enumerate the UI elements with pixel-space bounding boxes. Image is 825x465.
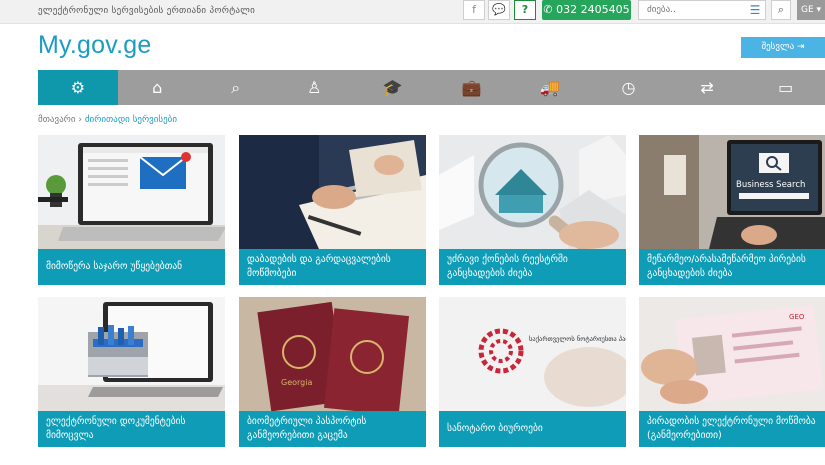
- service-card-property-registry[interactable]: უძრავი ქონების რეესტრში განცხადების ძიებ…: [439, 135, 626, 285]
- chat-icon[interactable]: 💬: [488, 0, 510, 20]
- nav-history[interactable]: ◷: [589, 70, 668, 105]
- card-label: მიმოწერა საჯარო უწყებებთან: [38, 249, 225, 285]
- language-selector[interactable]: GE ▾: [797, 0, 825, 20]
- card-image-file-cabinet: [38, 297, 225, 411]
- service-card-electronic-documents[interactable]: ელექტრონული დოკუმენტების მიმოცვლა: [38, 297, 225, 447]
- card-label: პირადობის ელექტრონული მოწმობა (განმეორებ…: [639, 411, 825, 447]
- breadcrumb-current: ძირითადი სერვისები: [84, 115, 177, 125]
- card-image-mail-laptop: [38, 135, 225, 249]
- graduation-cap-icon: 🎓: [382, 78, 403, 97]
- id-card-badge: GEO: [789, 313, 805, 321]
- breadcrumb-home[interactable]: მთავარი: [38, 115, 76, 125]
- nav-services[interactable]: ⚙: [38, 70, 118, 105]
- search-icon: ⌕: [231, 77, 241, 97]
- nav-payment[interactable]: ▭: [746, 70, 825, 105]
- user-icon: ♙: [307, 78, 322, 97]
- phone-icon: ✆: [543, 3, 557, 16]
- service-card-biometric-passport[interactable]: Georgia ბიომეტრიული პასპორტის განმეორები…: [239, 297, 426, 447]
- clock-icon: ◷: [621, 78, 636, 97]
- card-image-passports: Georgia: [239, 297, 426, 411]
- card-label: ელექტრონული დოკუმენტების მიმოცვლა: [38, 411, 225, 447]
- gears-icon: ⚙: [70, 78, 86, 97]
- search-icon: ⌕: [777, 3, 785, 16]
- card-label: სანოტარო ბიუროები: [439, 411, 626, 447]
- card-image-notary-logo: საქართველოს ნოტარიუსთა პალატა: [439, 297, 626, 411]
- login-button[interactable]: შესვლა ⇥: [741, 37, 825, 58]
- card-image-signing-documents: [239, 135, 426, 249]
- card-label: მეწარმეო/არასამეწარმეო პირების განცხადებ…: [639, 249, 825, 285]
- nav-search[interactable]: ⌕: [196, 70, 275, 105]
- phone-number: 032 2405405: [556, 3, 630, 16]
- service-card-electronic-id[interactable]: GEO პირადობის ელექტრონული მოწმობა (განმე…: [639, 297, 825, 447]
- help-button[interactable]: ?: [514, 0, 536, 20]
- nav-business[interactable]: 💼: [432, 70, 511, 105]
- top-bar: ელექტრონული სერვისების ერთიანი პორტალი f…: [0, 0, 825, 24]
- business-search-text: Business Search: [736, 180, 805, 190]
- service-card-notary-bureaus[interactable]: საქართველოს ნოტარიუსთა პალატა სანოტარო ბ…: [439, 297, 626, 447]
- service-card-correspondence[interactable]: მიმოწერა საჯარო უწყებებთან: [38, 135, 225, 285]
- nav-user[interactable]: ♙: [275, 70, 354, 105]
- passport-country-text: Georgia: [281, 378, 312, 387]
- nav-education[interactable]: 🎓: [354, 70, 433, 105]
- service-card-entrepreneur-search[interactable]: Business Search მეწარმეო/არასამეწარმეო პ…: [639, 135, 825, 285]
- notary-chamber-text: საქართველოს ნოტარიუსთა პალატა: [529, 334, 626, 343]
- phone-button[interactable]: ✆ 032 2405405: [542, 0, 631, 20]
- truck-icon: 🚚: [540, 78, 560, 97]
- card-image-business-search: Business Search: [639, 135, 825, 249]
- briefcase-icon: 💼: [461, 78, 482, 97]
- card-label: ბიომეტრიული პასპორტის განმეორებითი გაცემ…: [239, 411, 426, 447]
- search-button[interactable]: ⌕: [771, 0, 791, 20]
- breadcrumb-separator: ›: [78, 115, 82, 125]
- filter-settings-icon[interactable]: ☰: [746, 2, 764, 18]
- nav-transport[interactable]: 🚚: [511, 70, 590, 105]
- portal-tagline: ელექტრონული სერვისების ერთიანი პორტალი: [38, 6, 256, 16]
- home-icon: ⌂: [152, 78, 163, 97]
- card-image-id-card: GEO: [639, 297, 825, 411]
- shuffle-icon: ⇄: [700, 78, 714, 97]
- main-nav: ⚙ ⌂ ⌕ ♙ 🎓 💼 🚚 ◷ ⇄ ▭: [38, 70, 825, 105]
- facebook-icon[interactable]: f: [463, 0, 485, 20]
- breadcrumb: მთავარი › ძირითადი სერვისები: [38, 115, 177, 125]
- nav-home[interactable]: ⌂: [118, 70, 197, 105]
- card-label: უძრავი ქონების რეესტრში განცხადების ძიებ…: [439, 249, 626, 285]
- card-image-magnifier-house: [439, 135, 626, 249]
- nav-random[interactable]: ⇄: [668, 70, 747, 105]
- service-card-birth-death-certificates[interactable]: დაბადების და გარდაცვალების მოწმობები: [239, 135, 426, 285]
- site-logo[interactable]: My.gov.ge: [38, 31, 151, 60]
- credit-card-icon: ▭: [778, 78, 794, 97]
- card-label: დაბადების და გარდაცვალების მოწმობები: [239, 249, 426, 285]
